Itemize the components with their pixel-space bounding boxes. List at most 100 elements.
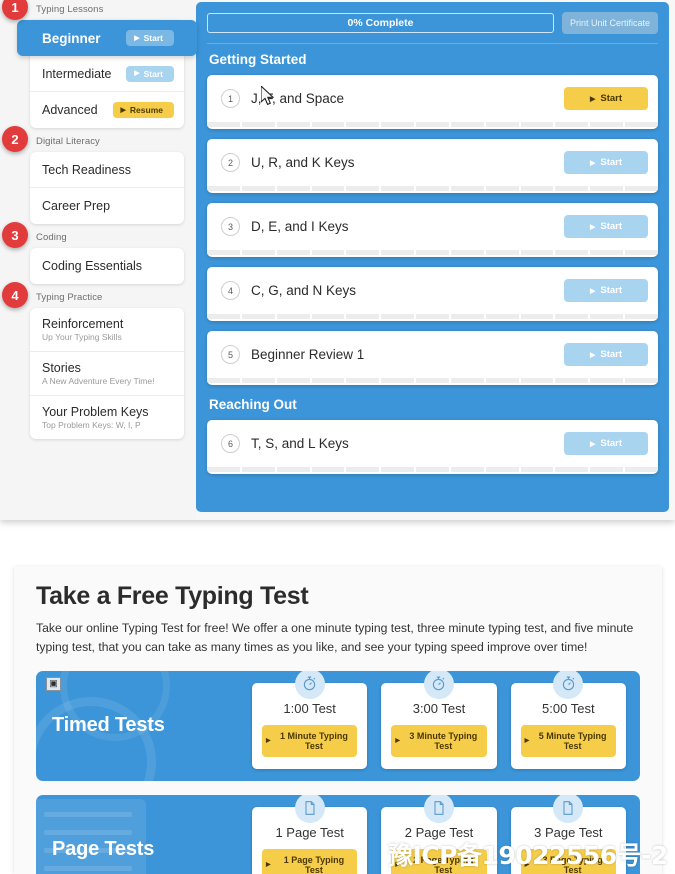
progress-segment	[485, 314, 519, 319]
lesson-section-heading: Reaching Out	[209, 397, 297, 412]
start-test-button[interactable]: ▶ 3 Minute Typing Test	[391, 724, 487, 757]
progress-segment	[590, 122, 624, 127]
progress-segment	[416, 314, 449, 319]
page-title: Take a Free Typing Test	[36, 582, 309, 610]
lesson-card[interactable]: 4 C, G, and N Keys ▶ Start	[207, 267, 658, 321]
lesson-row: 2 U, R, and K Keys ▶ Start	[207, 139, 658, 186]
progress-segment	[450, 314, 484, 319]
progress-segment	[450, 122, 484, 127]
lesson-start-button[interactable]: ▶ Start	[564, 87, 648, 110]
sidebar-item-tech-readiness[interactable]: Tech Readiness	[30, 152, 184, 188]
sidebar-item-coding-essentials[interactable]: Coding Essentials	[30, 248, 184, 284]
play-icon: ▶	[134, 34, 140, 42]
lesson-unit-panel: 0% Complete Print Unit Certificate Getti…	[196, 2, 669, 512]
progress-segment	[381, 250, 415, 255]
test-card[interactable]: 1:00 Test ▶ 1 Minute Typing Test	[252, 670, 368, 769]
progress-segment	[276, 186, 310, 191]
sidebar-item-labels: Career Prep	[42, 199, 110, 213]
free-typing-test-section: Take a Free Typing Test Take our online …	[14, 566, 662, 874]
start-button[interactable]: ▶ Start	[126, 65, 174, 82]
broken-image-icon: ▣	[46, 676, 61, 691]
step-badge-1: 1	[2, 0, 28, 20]
button-label: Start	[600, 157, 623, 168]
sidebar-item-label: Your Problem Keys	[42, 405, 149, 419]
lesson-start-button[interactable]: ▶ Start	[564, 432, 648, 455]
button-label: Start	[600, 285, 623, 296]
lesson-start-button[interactable]: ▶ Start	[564, 151, 648, 174]
sidebar-item-advanced[interactable]: Advanced ▶ Resume	[30, 92, 184, 128]
progress-segment	[590, 186, 624, 191]
sidebar-group: Digital Literacy 2 Tech Readiness Career Pr…	[2, 126, 184, 224]
lesson-card[interactable]: 6 T, S, and L Keys ▶ Start	[207, 420, 658, 474]
progress-segment	[311, 250, 345, 255]
stopwatch-icon	[553, 670, 584, 699]
progress-segment	[416, 467, 449, 472]
progress-segment	[241, 250, 275, 255]
lesson-card[interactable]: 2 U, R, and K Keys ▶ Start	[207, 139, 658, 193]
test-card[interactable]: 5:00 Test ▶ 5 Minute Typing Test	[510, 670, 626, 769]
lesson-card[interactable]: 1 J, F, and Space ▶ Start	[207, 75, 658, 129]
sidebar-item-intermediate[interactable]: Intermediate ▶ Start	[30, 56, 184, 92]
divider	[207, 43, 658, 44]
start-test-button[interactable]: ▶ 1 Minute Typing Test	[262, 724, 358, 757]
resume-button[interactable]: ▶ Resume	[112, 102, 174, 118]
progress-segment	[590, 314, 624, 319]
lesson-progress-segments	[207, 186, 658, 193]
progress-segment	[241, 186, 275, 191]
progress-segment	[625, 250, 658, 255]
button-label: 3 Minute Typing Test	[409, 730, 478, 751]
test-card[interactable]: 1 Page Test ▶ 1 Page Typing Test	[252, 794, 368, 874]
progress-segment	[590, 378, 624, 383]
sidebar-card: Reinforcement Up Your Typing Skills Storie…	[30, 308, 184, 439]
progress-segment	[311, 122, 345, 127]
sidebar-group-title: Typing Lessons	[36, 4, 104, 15]
sidebar-item-beginner[interactable]: Beginner ▶ Start	[17, 20, 197, 56]
sidebar-item-reinforcement[interactable]: Reinforcement Up Your Typing Skills	[30, 308, 184, 352]
lesson-title: Beginner Review 1	[251, 347, 365, 362]
lesson-start-button[interactable]: ▶ Start	[564, 215, 648, 238]
sidebar-item-sublabel: Up Your Typing Skills	[42, 332, 122, 342]
sidebar: Typing Lessons 1 Beginner ▶ Start Intermediat…	[0, 0, 197, 520]
sidebar-item-sublabel: A New Adventure Every Time!	[42, 376, 155, 386]
lesson-start-button[interactable]: ▶ Start	[564, 343, 648, 366]
start-test-button[interactable]: ▶ 5 Minute Typing Test	[520, 724, 616, 757]
lesson-progress-segments	[207, 467, 658, 474]
progress-segment	[450, 467, 484, 472]
lesson-card[interactable]: 3 D, E, and I Keys ▶ Start	[207, 203, 658, 257]
test-card-title: 1 Page Test	[275, 824, 344, 840]
start-button[interactable]: ▶ Start	[126, 30, 174, 46]
start-test-button[interactable]: ▶ 1 Page Typing Test	[262, 848, 358, 874]
button-label: 1 Page Typing Test	[283, 854, 345, 874]
lesson-row: 3 D, E, and I Keys ▶ Start	[207, 203, 658, 250]
lesson-start-button[interactable]: ▶ Start	[564, 279, 648, 302]
progress-segment	[207, 378, 240, 383]
progress-segment	[555, 250, 589, 255]
sidebar-item-stories[interactable]: Stories A New Adventure Every Time!	[30, 352, 184, 396]
progress-segment	[381, 186, 415, 191]
sidebar-item-labels: Coding Essentials	[42, 259, 142, 273]
progress-segment	[555, 122, 589, 127]
stopwatch-icon	[294, 670, 325, 699]
progress-segment	[241, 122, 275, 127]
play-icon: ▶	[266, 862, 271, 869]
print-certificate-button[interactable]: Print Unit Certificate	[561, 12, 658, 34]
sidebar-group: Coding 3 Coding Essentials	[2, 222, 184, 284]
test-card[interactable]: 3:00 Test ▶ 3 Minute Typing Test	[381, 670, 497, 769]
sidebar-group: Typing Practice 4 Reinforcement Up Your Typ…	[2, 282, 184, 439]
progress-segment	[485, 186, 519, 191]
sidebar-item-labels: Advanced	[42, 103, 98, 117]
lesson-number: 3	[221, 217, 240, 236]
sidebar-item-labels: Reinforcement Up Your Typing Skills	[42, 317, 123, 342]
play-icon: ▶	[395, 738, 400, 745]
sidebar-item-your-problem-keys[interactable]: Your Problem Keys Top Problem Keys: W, I,…	[30, 396, 184, 439]
progress-segment	[241, 467, 275, 472]
play-icon: ▶	[134, 70, 140, 77]
sidebar-group-title: Typing Practice	[36, 292, 103, 303]
lesson-row: 1 J, F, and Space ▶ Start	[207, 75, 658, 122]
sidebar-item-career-prep[interactable]: Career Prep	[30, 188, 184, 224]
lesson-title: C, G, and N Keys	[251, 283, 357, 298]
lesson-card[interactable]: 5 Beginner Review 1 ▶ Start	[207, 331, 658, 385]
lesson-number: 4	[221, 281, 240, 300]
play-icon: ▶	[524, 738, 530, 745]
progress-label: 0% Complete	[347, 17, 414, 29]
